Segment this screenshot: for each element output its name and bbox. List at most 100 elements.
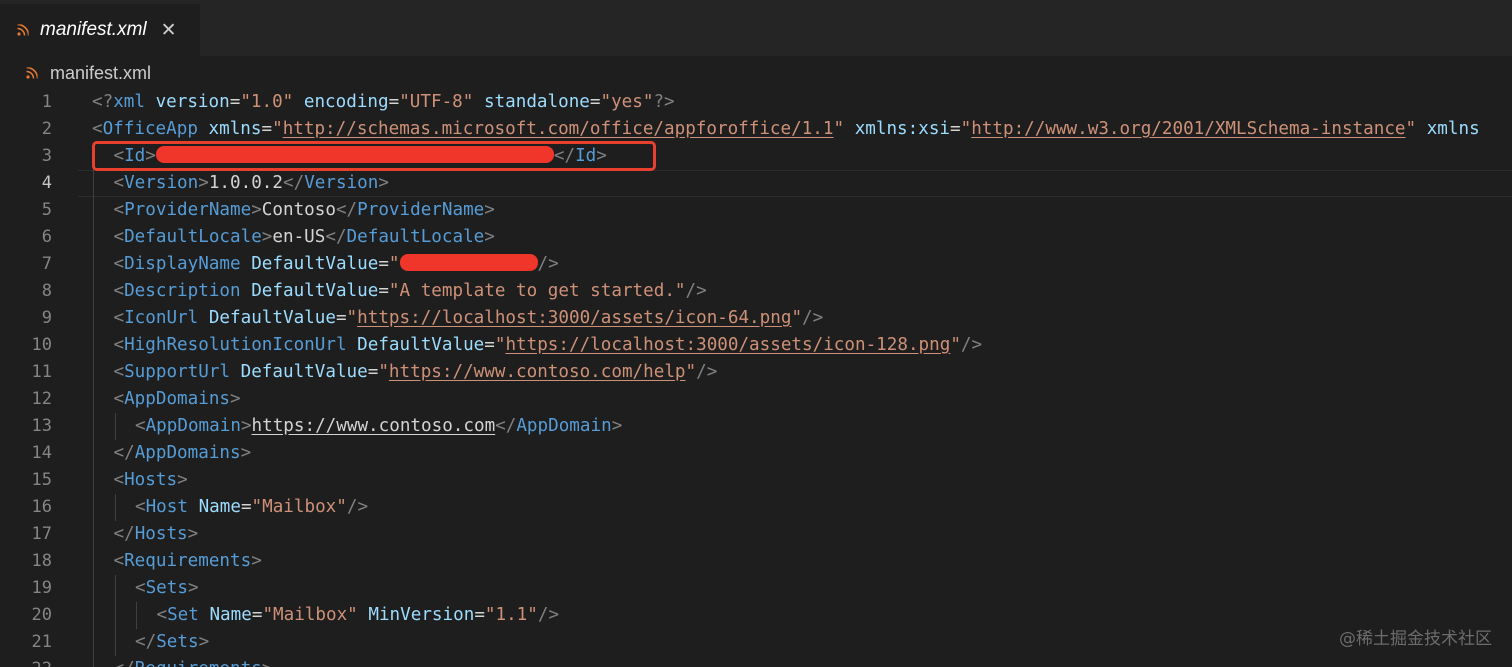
line-number: 2 [41, 119, 52, 139]
code-token: > [177, 470, 188, 490]
code-token: < [113, 362, 125, 382]
code-token: https://www.contoso.com [251, 416, 496, 436]
indent-guide [93, 521, 94, 548]
code-token: = [261, 119, 273, 139]
code-token: "Mailbox" [251, 497, 347, 517]
indent-guide [93, 656, 94, 667]
code-token: version [155, 92, 230, 112]
code-token: = [378, 254, 389, 274]
close-icon[interactable]: ✕ [161, 19, 177, 41]
code-token: > [251, 551, 262, 571]
code-line[interactable]: 12 <AppDomains> [0, 386, 1512, 413]
code-token: "Mailbox" [262, 605, 358, 625]
indent-guide [93, 305, 94, 332]
code-token: " [494, 335, 506, 355]
code-token: " [791, 308, 803, 328]
code-line[interactable]: 2 <OfficeApp xmlns="http://schemas.micros… [0, 116, 1512, 143]
code-editor[interactable]: 1 <?xml version="1.0" encoding="UTF-8" st… [0, 88, 1512, 667]
code-line[interactable]: 17 </Hosts> [0, 521, 1512, 548]
code-token: > [198, 173, 209, 193]
code-line[interactable]: 11 <SupportUrl DefaultValue="https://www.… [0, 359, 1512, 386]
line-number: 17 [31, 524, 52, 544]
line-number: 13 [31, 416, 52, 436]
code-line[interactable]: 21 </Sets> [0, 629, 1512, 656]
code-token: = [388, 92, 400, 112]
code-text: </AppDomains> [114, 440, 252, 467]
tab-title: manifest.xml [40, 19, 147, 40]
line-number: 8 [41, 281, 52, 301]
indent-guide [93, 359, 94, 386]
code-line[interactable]: 18 <Requirements> [0, 548, 1512, 575]
indent-guide [93, 197, 94, 224]
code-token: standalone [483, 92, 590, 112]
code-line[interactable]: 6 <DefaultLocale>en-US</DefaultLocale> [0, 224, 1512, 251]
code-token: " [1405, 119, 1417, 139]
code-text: </Requirements> [114, 656, 273, 667]
editor-tab-bar: manifest.xml ✕ [0, 4, 1512, 56]
code-token: http://schemas.microsoft.com/office/appf… [282, 119, 834, 139]
code-line[interactable]: 5 <ProviderName>Contoso</ProviderName> [0, 197, 1512, 224]
code-token: > [251, 200, 262, 220]
code-token: <? [92, 92, 114, 112]
code-text: </Hosts> [114, 521, 199, 548]
code-token: http://www.w3.org/2001/XMLSchema-instanc… [971, 119, 1406, 139]
code-text: <Hosts> [114, 467, 188, 494]
code-line[interactable]: 22 </Requirements> [0, 656, 1512, 667]
code-line[interactable]: 13 <AppDomain>https://www.contoso.com</Ap… [0, 413, 1512, 440]
line-number: 12 [31, 389, 52, 409]
code-token: > [240, 416, 252, 436]
code-token: </ [495, 416, 517, 436]
code-token: IconUrl [124, 308, 199, 328]
code-line[interactable]: 1 <?xml version="1.0" encoding="UTF-8" st… [0, 89, 1512, 116]
code-token: Set [167, 605, 199, 625]
code-token: ProviderName [124, 200, 252, 220]
code-token: < [113, 200, 125, 220]
code-line[interactable]: 16 <Host Name="Mailbox"/> [0, 494, 1512, 521]
code-line[interactable]: 15 <Hosts> [0, 467, 1512, 494]
code-line[interactable]: 20 <Set Name="Mailbox" MinVersion="1.1"/> [0, 602, 1512, 629]
code-token: "1.0" [240, 92, 294, 112]
breadcrumb: manifest.xml [0, 56, 1512, 90]
code-line[interactable]: 10 <HighResolutionIconUrl DefaultValue="h… [0, 332, 1512, 359]
code-text: </Sets> [135, 629, 209, 656]
code-text: <AppDomain>https://www.contoso.com</AppD… [135, 413, 622, 440]
code-token: < [113, 281, 125, 301]
code-token: < [113, 551, 125, 571]
code-line[interactable]: 7 <DisplayName DefaultValue=" /> [0, 251, 1512, 278]
code-text: <Requirements> [114, 548, 262, 575]
indent-guide [93, 224, 94, 251]
code-token: xmlns:xsi [854, 119, 951, 139]
code-line[interactable]: 4 <Version>1.0.0.2</Version> [0, 170, 1512, 197]
code-token: = [589, 92, 601, 112]
code-token: Sets [145, 578, 188, 598]
code-token: Contoso [261, 200, 336, 220]
code-token: /> [537, 254, 559, 274]
code-token: /> [696, 362, 718, 382]
code-line[interactable]: 9 <IconUrl DefaultValue="https://localhos… [0, 305, 1512, 332]
indent-guide [93, 602, 94, 629]
breadcrumb-file-label[interactable]: manifest.xml [50, 63, 151, 84]
tab-manifest-xml[interactable]: manifest.xml ✕ [0, 4, 200, 56]
redaction-mark [399, 254, 538, 271]
line-number: 11 [31, 362, 52, 382]
code-token: https://www.contoso.com/help [388, 362, 686, 382]
code-token: DefaultLocale [124, 227, 262, 247]
line-number: 14 [31, 443, 52, 463]
line-number: 9 [41, 308, 52, 328]
indent-guide [93, 548, 94, 575]
code-token: AppDomain [145, 416, 241, 436]
code-token: Host [145, 497, 188, 517]
code-token: = [474, 605, 485, 625]
code-line[interactable]: 8 <Description DefaultValue="A template t… [0, 278, 1512, 305]
code-line[interactable]: 14 </AppDomains> [0, 440, 1512, 467]
indent-guide [93, 386, 94, 413]
line-number: 19 [31, 578, 52, 598]
code-line[interactable]: 19 <Sets> [0, 575, 1512, 602]
code-token: " [388, 254, 400, 274]
